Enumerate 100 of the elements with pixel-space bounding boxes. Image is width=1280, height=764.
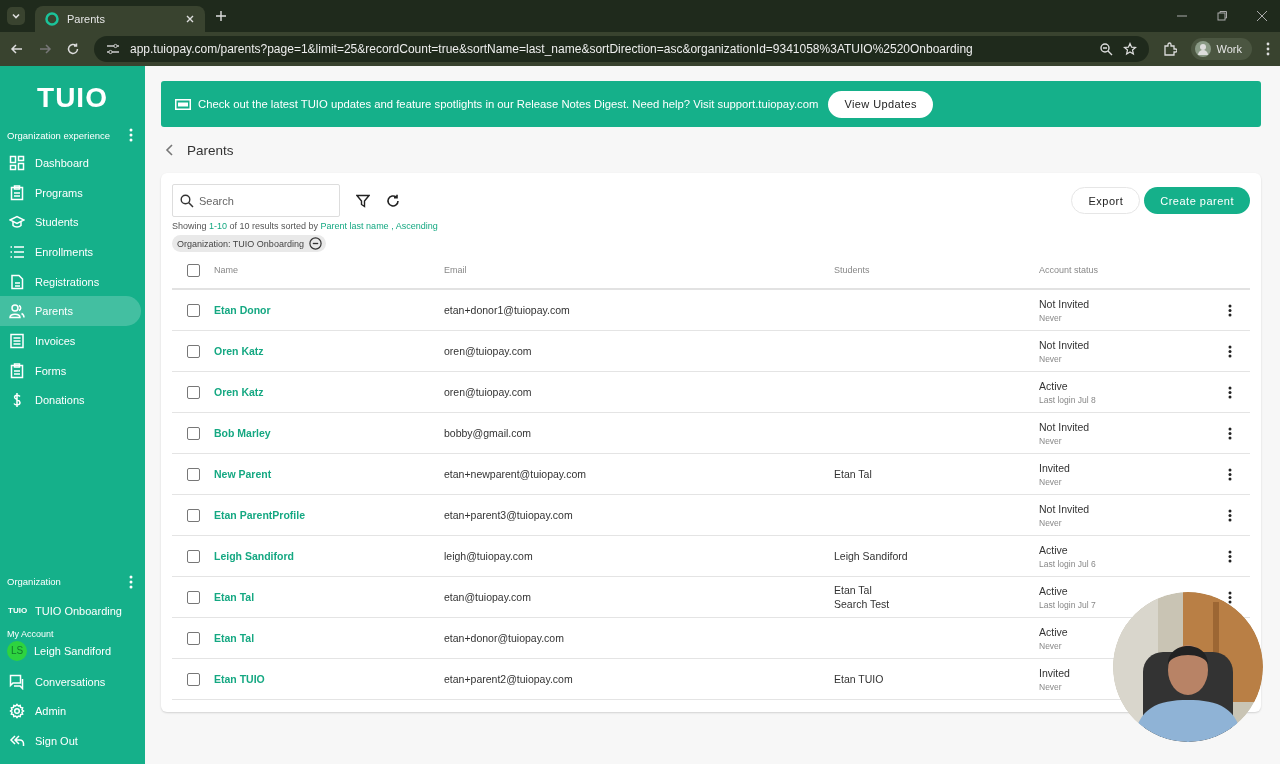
- avatar: LS: [7, 640, 27, 661]
- back-icon[interactable]: [165, 143, 175, 157]
- nav-item[interactable]: Dashboard: [0, 148, 141, 178]
- student-name: Etan Tal: [834, 468, 873, 480]
- parent-name-link[interactable]: Oren Katz: [214, 345, 264, 357]
- row-checkbox[interactable]: [186, 344, 200, 358]
- parent-name-link[interactable]: Etan ParentProfile: [214, 509, 306, 521]
- nav-item[interactable]: Donations: [0, 385, 141, 416]
- more-icon[interactable]: [1228, 344, 1232, 358]
- email-cell: etan@tuiopay.com: [444, 591, 531, 603]
- reload-icon[interactable]: [66, 42, 80, 56]
- nav-item[interactable]: Forms: [0, 355, 141, 386]
- parent-name-link[interactable]: Bob Marley: [214, 427, 271, 439]
- search-field[interactable]: Search: [172, 184, 340, 217]
- parent-name-link[interactable]: Etan Tal: [214, 591, 255, 603]
- invoice-icon: [9, 332, 25, 349]
- view-updates-button[interactable]: View Updates: [828, 90, 933, 118]
- row-checkbox[interactable]: [186, 303, 200, 317]
- more-icon[interactable]: [1228, 426, 1232, 440]
- zoom-icon[interactable]: [1098, 42, 1113, 56]
- profile-button[interactable]: Work: [1190, 38, 1252, 60]
- email-cell: etan+newparent@tuiopay.com: [444, 468, 587, 480]
- close-icon[interactable]: [1256, 10, 1268, 22]
- section-title: Organization: [7, 576, 61, 588]
- clipboard-icon: [9, 362, 25, 379]
- email-cell: bobby@gmail.com: [444, 427, 532, 439]
- email-cell: oren@tuiopay.com: [444, 345, 532, 357]
- nav-item[interactable]: Invoices: [0, 326, 141, 356]
- refresh-icon[interactable]: [386, 193, 400, 208]
- row-checkbox[interactable]: [186, 549, 200, 563]
- last-login-text: Never: [1039, 353, 1063, 364]
- email-cell: etan+donor1@tuiopay.com: [444, 304, 570, 316]
- search-icon: [180, 194, 194, 208]
- row-checkbox[interactable]: [186, 508, 200, 522]
- nav-item[interactable]: Admin: [0, 696, 141, 727]
- email-cell: leigh@tuiopay.com: [444, 550, 533, 562]
- last-login-text: Never: [1039, 517, 1063, 528]
- export-button[interactable]: Export: [1071, 187, 1141, 214]
- banner-text: Check out the latest TUIO updates and feature spotlights in our Release Notes Digest. Need help? Visit support.tuiopay.com: [198, 98, 819, 110]
- student-name: Etan TUIO: [834, 673, 885, 685]
- row-checkbox[interactable]: [186, 590, 200, 604]
- section-title: Organization experience: [7, 129, 110, 141]
- settings-icon: [9, 703, 25, 720]
- back-icon[interactable]: [10, 42, 24, 56]
- nav-item[interactable]: Conversations: [0, 666, 141, 697]
- site-settings-icon[interactable]: [106, 43, 120, 55]
- row-checkbox[interactable]: [186, 426, 200, 440]
- last-login-text: Never: [1039, 681, 1063, 692]
- parent-name-link[interactable]: Oren Katz: [214, 386, 264, 398]
- row-checkbox[interactable]: [186, 631, 200, 645]
- people-icon: [9, 303, 25, 320]
- filter-icon[interactable]: [356, 193, 370, 208]
- nav-item[interactable]: Parents: [0, 296, 141, 327]
- nav-item[interactable]: Programs: [0, 177, 141, 208]
- status-text: Not Invited: [1039, 338, 1091, 351]
- tab-list-button[interactable]: [7, 7, 25, 25]
- tuio-logo-icon: [45, 12, 59, 26]
- more-icon[interactable]: [1228, 549, 1232, 563]
- logo: TUIO: [37, 82, 108, 114]
- section-title: My Account: [6, 627, 55, 641]
- account-name[interactable]: Leigh Sandiford: [34, 644, 112, 657]
- row-checkbox[interactable]: [186, 385, 200, 399]
- organization-name[interactable]: TUIO Onboarding: [35, 604, 122, 617]
- email-cell: etan+donor@tuiopay.com: [444, 632, 564, 644]
- last-login-text: Never: [1039, 476, 1063, 487]
- more-icon[interactable]: [1228, 303, 1232, 317]
- results-summary: Showing 1-10 of 10 results sorted by Parent last name , Ascending: [172, 221, 439, 231]
- nav-item[interactable]: Students: [0, 207, 141, 238]
- parent-name-link[interactable]: Etan TUIO: [214, 673, 265, 685]
- row-checkbox[interactable]: [186, 467, 200, 481]
- browser-tab[interactable]: Parents: [35, 6, 205, 32]
- remove-icon[interactable]: [308, 237, 322, 250]
- row-checkbox[interactable]: [186, 672, 200, 686]
- status-text: Invited: [1039, 461, 1071, 474]
- last-login-text: Last login Jul 7: [1039, 599, 1097, 610]
- chat-icon: [9, 673, 25, 690]
- grid-icon: [9, 154, 25, 171]
- extensions-icon[interactable]: [1162, 42, 1177, 56]
- nav-item[interactable]: Sign Out: [0, 726, 141, 756]
- parent-name-link[interactable]: New Parent: [214, 468, 272, 480]
- filter-label: Organization: TUIO Onboarding: [177, 238, 304, 249]
- more-icon[interactable]: [1228, 385, 1232, 399]
- address-bar[interactable]: app.tuiopay.com/parents?page=1&limit=25&recordCount=true&sortName=last_name&sortDirection=asc&organizationId=9341058%3ATUIO%2520Onboarding: [94, 36, 1149, 62]
- create-parent-button[interactable]: Create parent: [1144, 187, 1250, 214]
- more-icon[interactable]: [1228, 467, 1232, 481]
- parent-name-link[interactable]: Etan Tal: [214, 632, 255, 644]
- more-icon[interactable]: [1228, 590, 1232, 604]
- star-icon[interactable]: [1122, 42, 1137, 56]
- parent-name-link[interactable]: Etan Donor: [214, 304, 271, 316]
- parent-name-link[interactable]: Leigh Sandiford: [214, 550, 294, 562]
- nav-item[interactable]: Enrollments: [0, 237, 141, 267]
- restore-icon[interactable]: [1216, 10, 1228, 22]
- more-icon[interactable]: [1266, 42, 1270, 56]
- status-text: Active: [1039, 379, 1069, 392]
- more-icon[interactable]: [1228, 508, 1232, 522]
- new-tab-icon[interactable]: [215, 10, 227, 22]
- last-login-text: Last login Jul 6: [1039, 558, 1097, 569]
- nav-item[interactable]: Registrations: [0, 266, 141, 297]
- select-all-checkbox[interactable]: [186, 263, 200, 277]
- email-cell: oren@tuiopay.com: [444, 386, 532, 398]
